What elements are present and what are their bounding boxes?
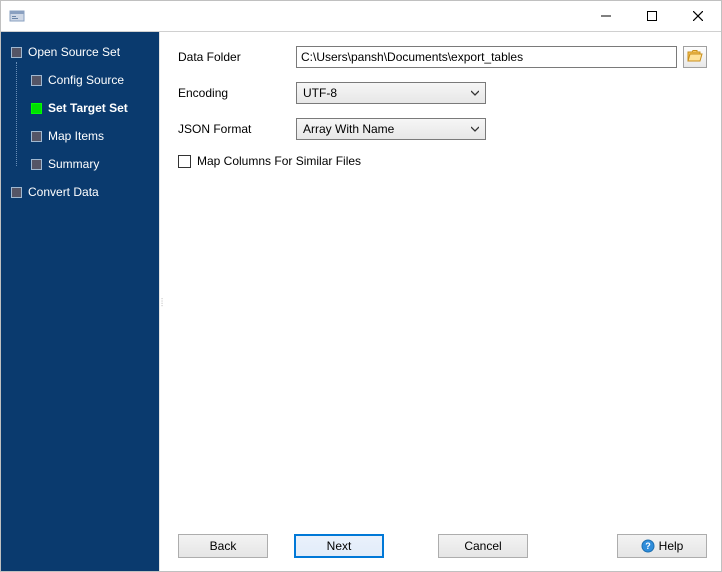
chevron-down-icon xyxy=(471,89,479,97)
chevron-down-icon xyxy=(471,125,479,133)
json-format-value: Array With Name xyxy=(303,122,394,136)
help-button-label: Help xyxy=(659,539,684,553)
form-area: Data Folder Encoding UTF-8 xyxy=(164,32,721,525)
maximize-button[interactable] xyxy=(629,1,675,31)
titlebar-left xyxy=(9,8,31,24)
map-columns-label: Map Columns For Similar Files xyxy=(197,154,361,168)
close-button[interactable] xyxy=(675,1,721,31)
sidebar-item-label: Convert Data xyxy=(28,185,99,199)
sidebar-item-convert-data[interactable]: Convert Data xyxy=(1,178,159,206)
body: Open Source Set Config Source Set Target… xyxy=(1,31,721,571)
encoding-value: UTF-8 xyxy=(303,86,337,100)
step-node-icon xyxy=(31,159,42,170)
sidebar-item-summary[interactable]: Summary xyxy=(1,150,159,178)
step-node-icon xyxy=(31,131,42,142)
data-folder-input[interactable] xyxy=(296,46,677,68)
step-node-icon xyxy=(11,47,22,58)
sidebar-item-config-source[interactable]: Config Source xyxy=(1,66,159,94)
step-node-icon xyxy=(11,187,22,198)
json-format-select[interactable]: Array With Name xyxy=(296,118,486,140)
folder-open-icon xyxy=(687,49,703,66)
help-icon: ? xyxy=(641,539,655,553)
map-columns-checkbox[interactable] xyxy=(178,155,191,168)
encoding-label: Encoding xyxy=(178,86,296,100)
cancel-button[interactable]: Cancel xyxy=(438,534,528,558)
wizard-window: Open Source Set Config Source Set Target… xyxy=(0,0,722,572)
sidebar-item-map-items[interactable]: Map Items xyxy=(1,122,159,150)
back-button[interactable]: Back xyxy=(178,534,268,558)
browse-folder-button[interactable] xyxy=(683,46,707,68)
sidebar-item-label: Open Source Set xyxy=(28,45,120,59)
data-folder-label: Data Folder xyxy=(178,50,296,64)
svg-text:?: ? xyxy=(645,541,651,551)
step-node-icon xyxy=(31,103,42,114)
sidebar-item-label: Config Source xyxy=(48,73,124,87)
json-format-label: JSON Format xyxy=(178,122,296,136)
sidebar-item-set-target-set[interactable]: Set Target Set xyxy=(1,94,159,122)
button-bar: Back Next Cancel ? Help xyxy=(164,525,721,571)
next-button[interactable]: Next xyxy=(294,534,384,558)
titlebar xyxy=(1,1,721,31)
main-panel: Data Folder Encoding UTF-8 xyxy=(164,32,721,571)
help-button[interactable]: ? Help xyxy=(617,534,707,558)
encoding-select[interactable]: UTF-8 xyxy=(296,82,486,104)
row-map-columns[interactable]: Map Columns For Similar Files xyxy=(178,154,707,168)
sidebar-item-label: Map Items xyxy=(48,129,104,143)
row-encoding: Encoding UTF-8 xyxy=(178,82,707,104)
sidebar-item-label: Summary xyxy=(48,157,99,171)
sidebar-item-label: Set Target Set xyxy=(48,101,128,115)
window-controls xyxy=(583,1,721,31)
minimize-button[interactable] xyxy=(583,1,629,31)
wizard-sidebar: Open Source Set Config Source Set Target… xyxy=(1,32,159,571)
tree-connector xyxy=(16,62,17,166)
step-node-icon xyxy=(31,75,42,86)
app-icon xyxy=(9,8,25,24)
sidebar-item-open-source-set[interactable]: Open Source Set xyxy=(1,38,159,66)
row-data-folder: Data Folder xyxy=(178,46,707,68)
row-json-format: JSON Format Array With Name xyxy=(178,118,707,140)
